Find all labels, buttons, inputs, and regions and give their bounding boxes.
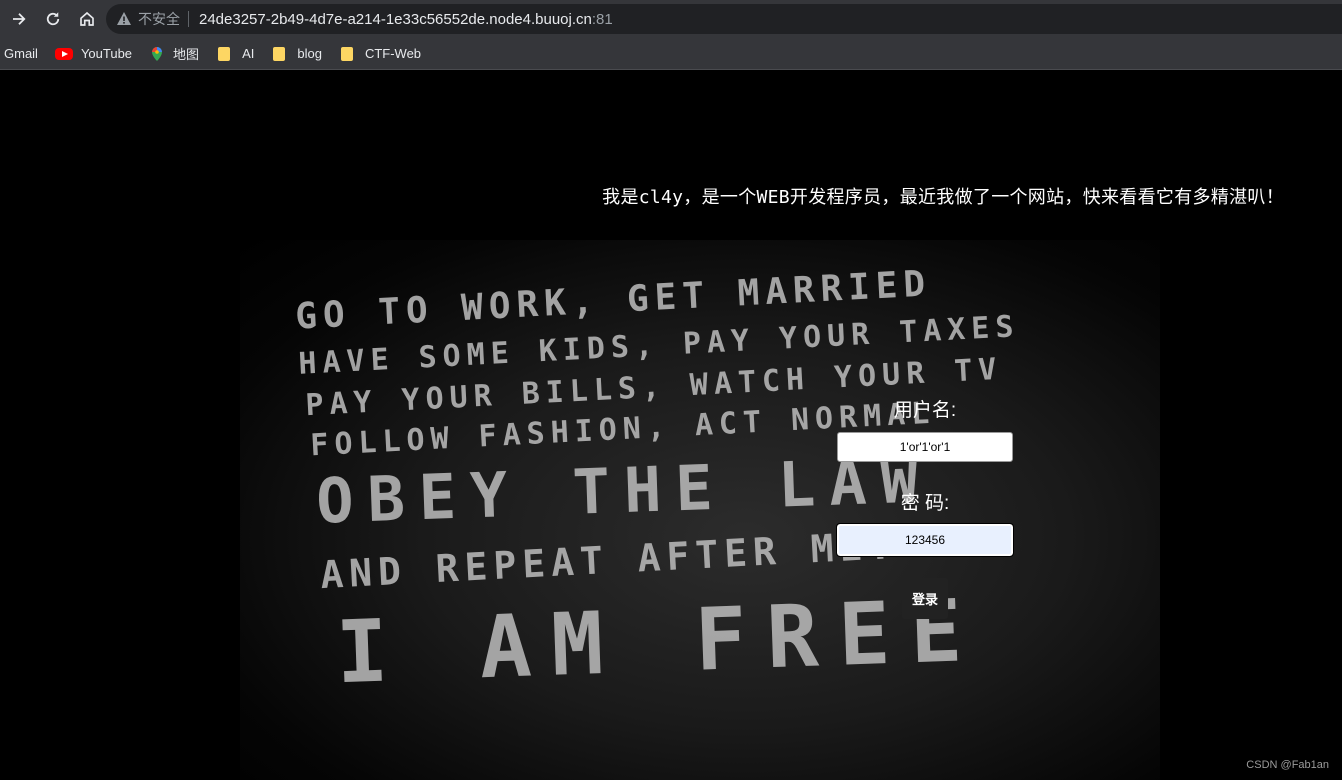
page-content: GO TO WORK, GET MARRIED HAVE SOME KIDS, … [0,70,1342,780]
bookmark-label: CTF-Web [364,46,422,61]
bookmark-folder-ctf-web[interactable]: CTF-Web [339,46,421,61]
url-host: 24de3257-2b49-4d7e-a214-1e33c56552de.nod… [199,10,592,28]
bookmark-gmail[interactable]: Gmail [4,46,38,61]
youtube-icon [54,47,73,60]
username-label: 用户名: [893,400,957,421]
browser-toolbar: 不安全 24de3257-2b49-4d7e-a214-1e33c56552de… [0,0,1342,38]
bookmark-youtube[interactable]: YouTube [54,46,133,61]
bookmark-label: blog [297,46,322,61]
reload-button[interactable] [37,3,69,35]
folder-icon [273,46,286,61]
bookmark-folder-ai[interactable]: AI [216,46,254,61]
bookmark-label: 地图 [173,47,200,62]
login-form: 用户名: 1'or'1'or'1 密 码: 123456 登录 [836,395,1014,619]
bookmark-folder-blog[interactable]: blog [271,46,322,61]
reload-icon [46,12,60,26]
bookmarks-bar: Gmail YouTube 地图 AI blog CTF-Web [0,38,1342,70]
login-button[interactable]: 登录 [901,578,948,619]
arrow-right-icon [13,13,26,25]
omnibox-divider [188,11,189,27]
watermark: CSDN @Fab1an [1246,759,1329,771]
folder-icon [340,46,353,61]
bookmark-maps[interactable]: 地图 [149,44,199,63]
page-headline: 我是cl4y，是一个WEB开发程序员，最近我做了一个网站，快来看看它有多精湛叭！ [602,187,1284,208]
username-input[interactable]: 1'or'1'or'1 [837,432,1013,462]
home-button[interactable] [71,3,103,35]
background-poster: GO TO WORK, GET MARRIED HAVE SOME KIDS, … [240,240,1160,780]
password-label: 密 码: [900,493,950,514]
warning-icon[interactable] [116,11,132,27]
bookmark-label: AI [242,46,255,61]
maps-icon [152,46,163,61]
security-label[interactable]: 不安全 [138,9,180,29]
forward-button[interactable] [3,3,35,35]
address-bar[interactable]: 不安全 24de3257-2b49-4d7e-a214-1e33c56552de… [106,4,1342,34]
folder-icon [218,46,231,61]
url-port: :81 [591,10,613,28]
password-input[interactable]: 123456 [836,523,1014,557]
home-icon [80,11,94,26]
bookmark-label: Gmail [4,46,38,61]
bookmark-label: YouTube [80,46,133,61]
